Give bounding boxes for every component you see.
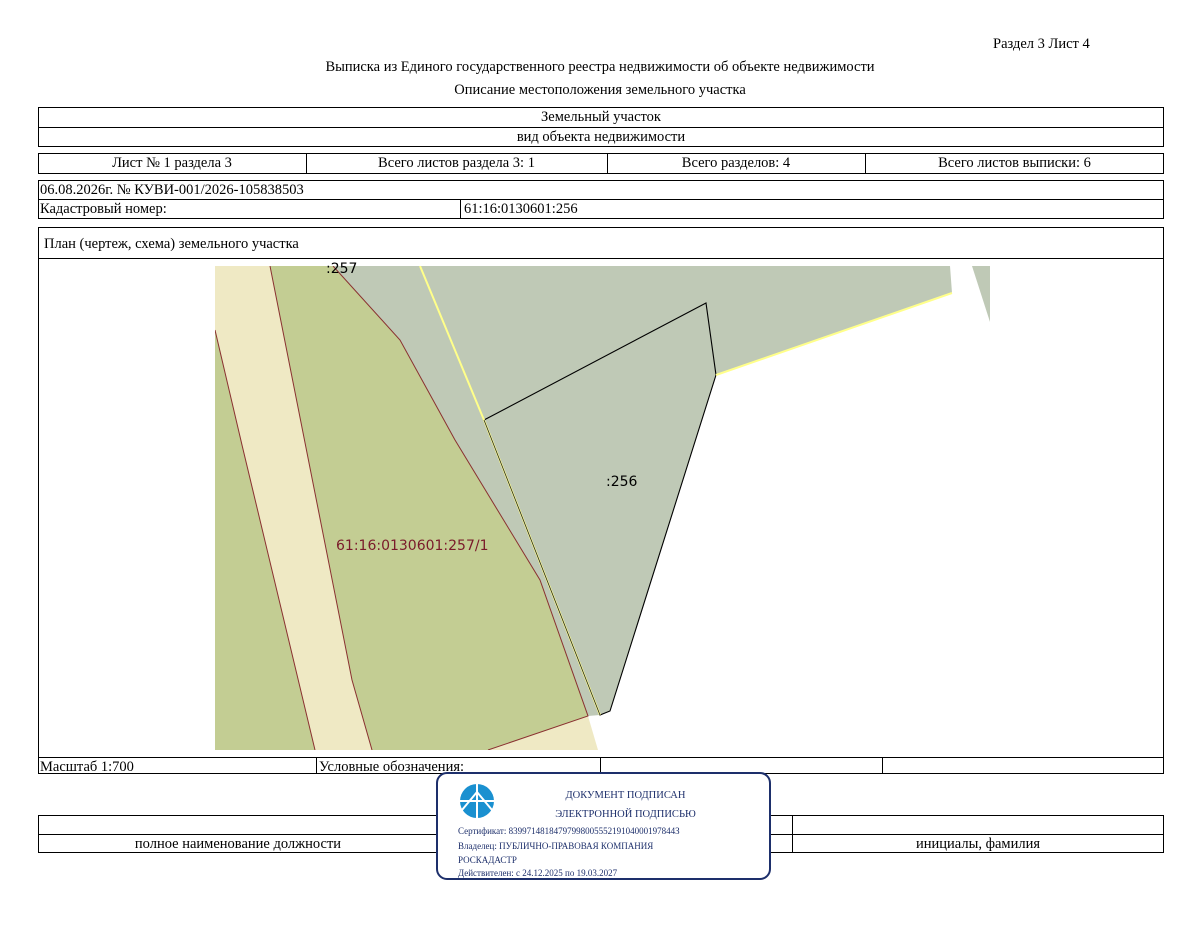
stamp-owner-org: РОСКАДАСТР — [458, 855, 517, 865]
stamp-certificate: Сертификат: 8399714818479799800555219104… — [458, 826, 680, 836]
position-caption: полное наименование должности — [134, 836, 342, 852]
stamp-owner: Владелец: ПУБЛИЧНО-ПРАВОВАЯ КОМПАНИЯ — [458, 841, 654, 851]
label-neighbor-257: :257 — [326, 261, 357, 277]
name-caption: инициалы, фамилия — [915, 836, 1041, 852]
stamp-validity: Действителен: с 24.12.2025 по 19.03.2027 — [458, 868, 618, 878]
neighbor-right-sliver — [972, 266, 990, 322]
label-parcel-257-1: 61:16:0130601:257/1 — [336, 538, 488, 554]
rosreestr-emblem-icon — [460, 784, 494, 818]
stamp-title-line2: ЭЛЕКТРОННОЙ ПОДПИСЬЮ — [555, 809, 696, 820]
label-parcel-256: :256 — [606, 474, 638, 490]
stamp-title-line1: ДОКУМЕНТ ПОДПИСАН — [565, 790, 686, 801]
electronic-signature-stamp: ДОКУМЕНТ ПОДПИСАН ЭЛЕКТРОННОЙ ПОДПИСЬЮ С… — [436, 772, 771, 880]
